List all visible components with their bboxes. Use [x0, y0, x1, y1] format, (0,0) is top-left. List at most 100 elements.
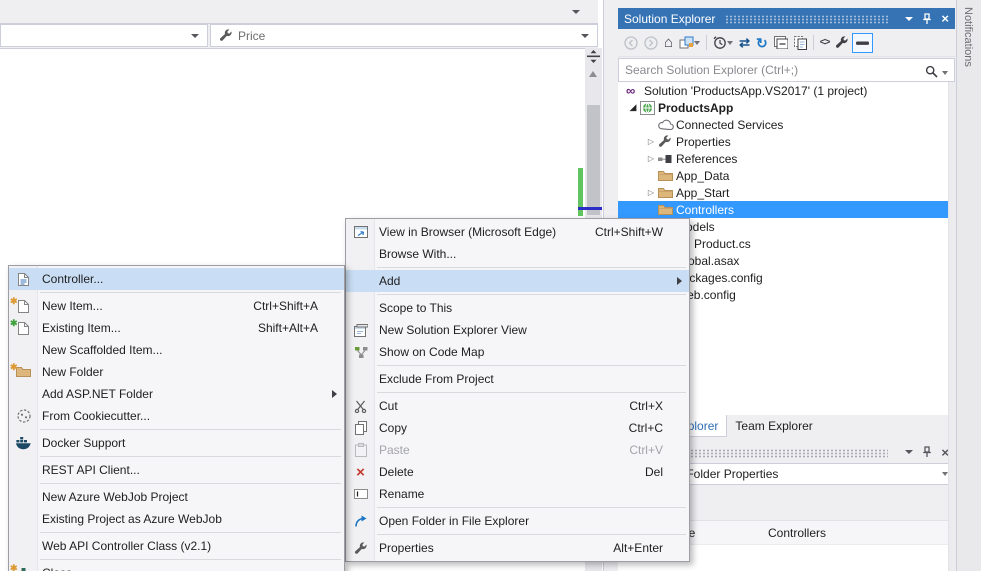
refresh-icon[interactable]: ↻ [754, 33, 770, 53]
expander-collapsed-icon[interactable]: ▷ [644, 155, 658, 163]
menu-item-properties[interactable]: Properties Alt+Enter [346, 537, 689, 559]
tree-item-solution[interactable]: ∞ Solution 'ProductsApp.VS2017' (1 proje… [618, 82, 955, 99]
window-position-icon[interactable] [905, 17, 913, 21]
window-position-icon[interactable] [905, 450, 913, 454]
folder-icon [658, 170, 676, 182]
menu-item-browse-with[interactable]: Browse With... [346, 243, 689, 265]
menu-item-new-item[interactable]: ✱ New Item... Ctrl+Shift+A [9, 295, 344, 317]
menu-item-new-folder[interactable]: ✱ New Folder [9, 361, 344, 383]
expander-collapsed-icon[interactable]: ▷ [644, 138, 658, 146]
menu-item-docker-support[interactable]: Docker Support [9, 432, 344, 454]
collapse-all-icon[interactable] [772, 33, 790, 53]
back-icon[interactable] [622, 33, 640, 53]
web-project-icon [640, 101, 658, 115]
menu-item-existing-item[interactable]: ✱ Existing Item... Shift+Alt+A [9, 317, 344, 339]
search-input[interactable] [618, 58, 955, 82]
editor-navigation-bar: Price [0, 24, 598, 49]
tab-team-explorer[interactable]: Team Explorer [727, 415, 820, 437]
member-dropdown-value: Price [238, 29, 265, 43]
context-menu: View in Browser (Microsoft Edge) Ctrl+Sh… [345, 218, 690, 562]
menu-separator [40, 559, 341, 560]
submenu-arrow-icon [677, 277, 682, 285]
solution-explorer-toolbar: ⌂ ⇄ ↻ <> [618, 29, 955, 57]
menu-item-new-scaffolded-item[interactable]: New Scaffolded Item... [9, 339, 344, 361]
panel-title: Solution Explorer [624, 12, 715, 26]
menu-item-rest-api-client[interactable]: REST API Client... [9, 459, 344, 481]
menu-item-paste[interactable]: Paste Ctrl+V [346, 439, 689, 461]
tree-item-references[interactable]: ▷ References [618, 150, 955, 167]
expander-collapsed-icon[interactable]: ▷ [644, 189, 658, 197]
preview-selected-items-icon[interactable] [852, 33, 873, 53]
menu-item-add-aspnet-folder[interactable]: Add ASP.NET Folder [9, 383, 344, 405]
expander-expanded-icon[interactable]: ◢ [626, 103, 640, 112]
types-dropdown[interactable] [0, 24, 208, 47]
menu-item-cut[interactable]: Cut Ctrl+X [346, 395, 689, 417]
pending-changes-filter-icon[interactable] [711, 33, 735, 53]
panel-scrollbar-track[interactable] [948, 82, 956, 571]
menu-item-scope-to-this[interactable]: Scope to This [346, 297, 689, 319]
solutions-folders-switch-icon[interactable] [677, 33, 702, 53]
pin-icon[interactable] [922, 446, 932, 458]
cloud-icon [658, 119, 676, 130]
menu-item-controller[interactable]: Controller... [9, 268, 344, 290]
tree-item-controllers[interactable]: Controllers [618, 201, 955, 218]
menu-item-new-solution-explorer-view[interactable]: New Solution Explorer View [346, 319, 689, 341]
new-solution-explorer-view-icon [346, 324, 375, 337]
menu-item-new-azure-webjob-project[interactable]: New Azure WebJob Project [9, 486, 344, 508]
menu-item-copy[interactable]: Copy Ctrl+C [346, 417, 689, 439]
solution-icon: ∞ [626, 84, 644, 97]
chevron-down-icon[interactable] [572, 10, 580, 14]
menu-item-delete[interactable]: × Delete Del [346, 461, 689, 483]
menu-separator [40, 292, 341, 293]
menu-item-add[interactable]: Add [346, 270, 689, 292]
submenu-arrow-icon [332, 390, 337, 398]
splitter-grip-icon[interactable] [587, 50, 600, 66]
tree-item-properties[interactable]: ▷ Properties [618, 133, 955, 150]
members-dropdown[interactable]: Price [210, 24, 598, 47]
chevron-down-icon[interactable] [942, 71, 948, 75]
sync-with-active-document-icon[interactable]: ⇄ [737, 33, 752, 53]
menu-separator [377, 534, 686, 535]
menu-item-rename[interactable]: Rename [346, 483, 689, 505]
class-icon: ✱ [9, 567, 38, 571]
rename-icon [346, 489, 375, 499]
docker-icon [9, 437, 38, 450]
tree-item-project[interactable]: ◢ ProductsApp [618, 99, 955, 116]
view-code-icon[interactable]: <> [818, 33, 832, 53]
scrollbar-thumb[interactable] [587, 105, 600, 215]
tree-item-app-data[interactable]: App_Data [618, 167, 955, 184]
close-icon[interactable]: × [941, 12, 949, 25]
tree-item-connected-services[interactable]: Connected Services [618, 116, 955, 133]
menu-separator [40, 429, 341, 430]
menu-separator [377, 392, 686, 393]
pin-icon[interactable] [922, 13, 932, 25]
header-grip-dots [725, 15, 888, 24]
properties-wrench-icon[interactable] [833, 33, 850, 53]
controller-icon [9, 273, 38, 286]
cut-icon [346, 400, 375, 413]
menu-item-web-api-controller-class[interactable]: Web API Controller Class (v2.1) [9, 535, 344, 557]
show-all-files-icon[interactable] [792, 33, 809, 53]
menu-item-open-folder-in-file-explorer[interactable]: Open Folder in File Explorer [346, 510, 689, 532]
menu-item-exclude-from-project[interactable]: Exclude From Project [346, 368, 689, 390]
menu-item-view-in-browser[interactable]: View in Browser (Microsoft Edge) Ctrl+Sh… [346, 221, 689, 243]
tree-item-app-start[interactable]: ▷ App_Start [618, 184, 955, 201]
property-value: Controllers [768, 526, 955, 540]
menu-separator [377, 507, 686, 508]
menu-separator [377, 294, 686, 295]
menu-item-show-on-code-map[interactable]: Show on Code Map [346, 341, 689, 363]
toolbar-separator [813, 35, 814, 50]
home-icon[interactable]: ⌂ [662, 33, 675, 53]
open-folder-icon [346, 515, 375, 528]
paste-icon [346, 443, 375, 457]
solution-explorer-header[interactable]: Solution Explorer × [618, 8, 955, 29]
menu-item-existing-project-as-azure-webjob[interactable]: Existing Project as Azure WebJob [9, 508, 344, 530]
wrench-icon [346, 542, 375, 555]
search-icon[interactable] [925, 65, 938, 81]
menu-item-from-cookiecutter[interactable]: From Cookiecutter... [9, 405, 344, 427]
delete-icon: × [346, 465, 375, 480]
forward-icon[interactable] [642, 33, 660, 53]
scroll-up-arrow-icon[interactable] [589, 67, 597, 77]
menu-item-class[interactable]: ✱ Class... [9, 562, 344, 571]
notifications-tab[interactable]: Notifications [962, 7, 974, 67]
